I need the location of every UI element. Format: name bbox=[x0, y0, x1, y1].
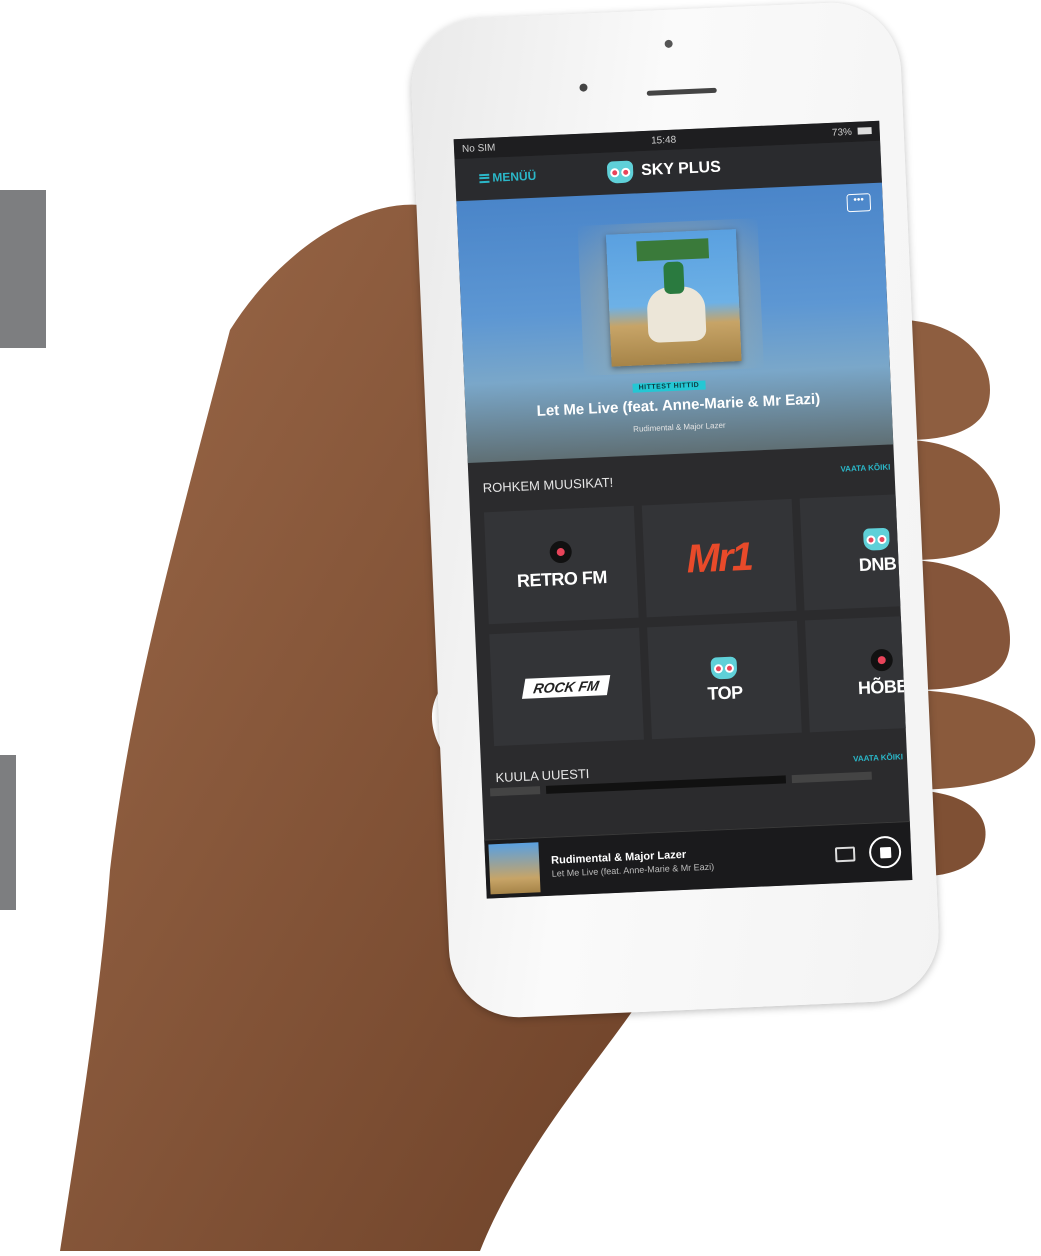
vinyl-disc-icon bbox=[549, 540, 573, 563]
menu-label: MENÜÜ bbox=[492, 168, 537, 185]
owl-logo-icon bbox=[710, 655, 738, 680]
brand-logo: SKY PLUS bbox=[606, 157, 722, 184]
station-tile-dnb[interactable]: DNB bbox=[799, 492, 913, 611]
mini-player[interactable]: Rudimental & Major Lazer Let Me Live (fe… bbox=[484, 821, 913, 899]
view-all-link[interactable]: VAATA KÕIKI bbox=[840, 463, 890, 474]
album-cover-rider bbox=[663, 261, 685, 295]
owl-logo-icon bbox=[862, 527, 890, 551]
album-cover-title bbox=[636, 238, 710, 262]
section-title: KUULA UUESTI bbox=[495, 765, 590, 786]
station-label: Mr1 bbox=[685, 534, 753, 582]
station-grid: RETRO FM Mr1 DNB ROCK FM TOP HÕBE bbox=[469, 484, 913, 752]
album-cover bbox=[605, 229, 742, 367]
phone: No SIM 15:48 73% MENÜÜ SKY PLUS ••• HITT… bbox=[408, 0, 942, 1021]
cast-icon[interactable] bbox=[834, 845, 856, 862]
mini-player-info: Rudimental & Major Lazer Let Me Live (fe… bbox=[551, 842, 836, 879]
album-cover-horse bbox=[646, 285, 707, 343]
station-tile-hobe[interactable]: HÕBE bbox=[804, 613, 913, 733]
carrier-label: No SIM bbox=[461, 141, 496, 155]
brand-name: SKY PLUS bbox=[640, 158, 722, 180]
more-options-button[interactable]: ••• bbox=[846, 193, 872, 213]
vinyl-disc-icon bbox=[870, 648, 894, 672]
stop-icon bbox=[879, 846, 891, 858]
station-label: HÕBE bbox=[857, 675, 909, 698]
station-tile-top[interactable]: TOP bbox=[647, 620, 802, 740]
station-tile-retro-fm[interactable]: RETRO FM bbox=[483, 505, 639, 625]
menu-button[interactable]: MENÜÜ bbox=[479, 169, 537, 185]
battery-indicator: 73% bbox=[831, 126, 872, 139]
earpiece-speaker bbox=[646, 87, 717, 96]
station-label: RETRO FM bbox=[516, 566, 608, 591]
view-all-link[interactable]: VAATA KÕIKI bbox=[853, 752, 903, 763]
station-tile-mr1[interactable]: Mr1 bbox=[641, 498, 797, 618]
mini-player-cover bbox=[488, 842, 541, 895]
battery-percent: 73% bbox=[831, 126, 853, 139]
owl-logo-icon bbox=[606, 160, 634, 184]
proximity-sensor bbox=[579, 83, 588, 92]
station-label: TOP bbox=[706, 681, 744, 704]
app-screen: No SIM 15:48 73% MENÜÜ SKY PLUS ••• HITT… bbox=[453, 120, 913, 899]
section-title: ROHKEM MUUSIKAT! bbox=[482, 474, 614, 496]
front-camera bbox=[664, 39, 673, 49]
hamburger-icon bbox=[479, 173, 490, 183]
clock: 15:48 bbox=[650, 134, 677, 147]
station-tile-rock-fm[interactable]: ROCK FM bbox=[489, 627, 644, 747]
now-playing-hero[interactable]: ••• HITTEST HITTID Let Me Live (feat. An… bbox=[456, 182, 894, 463]
stop-button[interactable] bbox=[868, 835, 902, 869]
battery-icon bbox=[857, 127, 872, 136]
station-label: DNB bbox=[858, 552, 897, 575]
station-tag: HITTEST HITTID bbox=[632, 380, 706, 393]
station-label: ROCK FM bbox=[522, 674, 611, 699]
